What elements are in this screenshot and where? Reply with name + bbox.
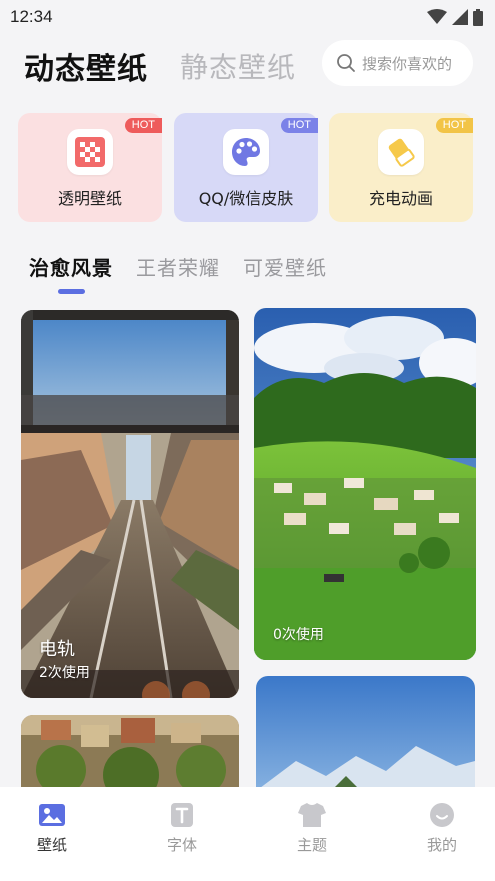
hot-badge: HOT bbox=[280, 118, 318, 133]
wallpaper-usage-count: 2次使用 bbox=[39, 665, 90, 681]
feature-label: 透明壁纸 bbox=[57, 189, 122, 208]
nav-mine[interactable]: 我的 bbox=[402, 801, 482, 855]
nav-label: 字体 bbox=[166, 836, 197, 854]
hot-badge: HOT bbox=[124, 118, 162, 133]
wallpaper-card-railway[interactable]: 电轨 2次使用 bbox=[21, 310, 239, 698]
tab-static-wallpaper[interactable]: 静态壁纸 bbox=[180, 46, 296, 86]
wallpaper-title: 电轨 bbox=[39, 639, 75, 660]
bottom-nav: 壁纸 字体 主题 我的 bbox=[0, 787, 495, 881]
smile-icon bbox=[430, 803, 454, 827]
tab-dynamic-wallpaper[interactable]: 动态壁纸 bbox=[24, 44, 148, 88]
font-icon bbox=[171, 803, 193, 827]
nav-wallpaper[interactable]: 壁纸 bbox=[12, 801, 92, 855]
shirt-icon bbox=[298, 803, 326, 827]
nav-label: 我的 bbox=[426, 836, 457, 854]
nav-label: 壁纸 bbox=[36, 836, 67, 854]
palette-icon bbox=[223, 129, 269, 175]
wifi-icon bbox=[427, 9, 447, 24]
feature-charging-animation[interactable]: HOT 充电动画 bbox=[329, 113, 473, 222]
feature-transparent-wallpaper[interactable]: HOT 透明壁纸 bbox=[18, 113, 162, 222]
status-icons bbox=[427, 8, 483, 26]
nav-font[interactable]: 字体 bbox=[142, 801, 222, 855]
search-icon bbox=[337, 54, 355, 72]
search-input[interactable]: 搜索你喜欢的 bbox=[322, 40, 473, 86]
eraser-icon bbox=[378, 129, 424, 175]
status-time: 12:34 bbox=[10, 7, 53, 26]
tab-cute-wallpaper[interactable]: 可爱壁纸 bbox=[243, 252, 327, 281]
checkerboard-icon bbox=[67, 129, 113, 175]
wallpaper-card-alpine-village[interactable]: 0次使用 bbox=[254, 308, 476, 660]
header: 动态壁纸 静态壁纸 搜索你喜欢的 bbox=[0, 38, 495, 90]
wallpaper-image bbox=[254, 308, 476, 660]
signal-icon bbox=[452, 9, 468, 25]
battery-icon bbox=[473, 8, 483, 26]
feature-label: 充电动画 bbox=[368, 189, 433, 208]
wallpaper-usage-count: 0次使用 bbox=[273, 627, 324, 643]
nav-label: 主题 bbox=[296, 836, 327, 854]
feature-label: QQ/微信皮肤 bbox=[198, 189, 294, 208]
feature-qq-wechat-skin[interactable]: HOT QQ/微信皮肤 bbox=[174, 113, 318, 222]
hot-badge: HOT bbox=[435, 118, 473, 133]
search-placeholder: 搜索你喜欢的 bbox=[362, 54, 453, 73]
status-bar: 12:34 bbox=[0, 0, 495, 34]
tab-indicator bbox=[58, 289, 85, 294]
image-icon bbox=[39, 804, 65, 826]
tab-honor-of-kings[interactable]: 王者荣耀 bbox=[136, 252, 220, 281]
tab-healing-scenery[interactable]: 治愈风景 bbox=[29, 252, 113, 281]
nav-theme[interactable]: 主题 bbox=[272, 801, 352, 855]
